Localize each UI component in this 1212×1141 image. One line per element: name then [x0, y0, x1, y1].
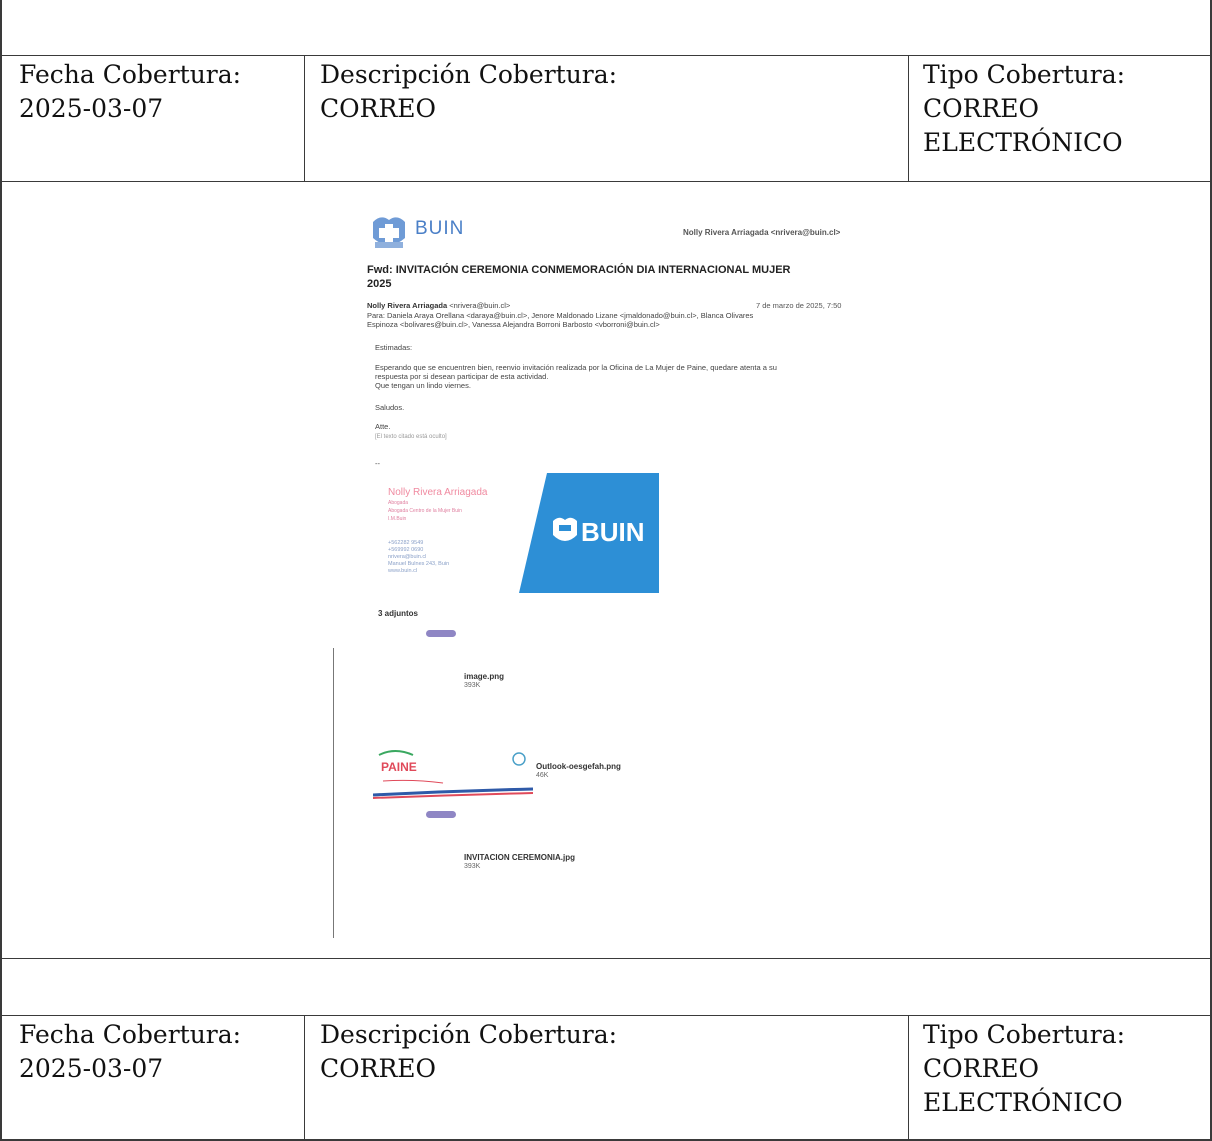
buin-logo-text: BUIN: [415, 218, 465, 239]
email-body-line: Esperando que se encuentren bien, reenvi…: [375, 363, 777, 372]
email-body-line: Que tengan un lindo viernes.: [375, 381, 471, 390]
banner-text: BUIN: [581, 517, 645, 547]
email-recipients-line: Espinoza <bolivares@buin.cl>, Vanessa Al…: [367, 320, 660, 329]
signature-role: Abogada Centro de la Mujer Buin: [388, 508, 462, 514]
email-closing: Saludos.: [375, 403, 405, 412]
row-divider: [0, 958, 1212, 959]
coverage-date-value: 2025-03-07: [19, 1054, 164, 1083]
attachment-size: 393K: [464, 863, 481, 870]
attachment-name: Outlook-oesgefah.png: [536, 762, 621, 771]
signature-org: I.M.Buin: [388, 516, 407, 522]
coverage-description-value: CORREO: [320, 94, 437, 123]
buin-banner-image: BUIN: [519, 473, 659, 593]
row-divider: [0, 1015, 1212, 1016]
email-from: Nolly Rivera Arriagada <nrivera@buin.cl>: [367, 301, 510, 310]
email-separator: --: [375, 459, 380, 468]
email-greeting: Estimadas:: [375, 343, 413, 352]
attachments-title: 3 adjuntos: [378, 609, 419, 618]
paine-logo-image: PAINE: [373, 750, 533, 799]
signature-name: Nolly Rivera Arriagada: [388, 487, 488, 498]
attachment-size: 46K: [536, 772, 549, 779]
buin-logo: BUIN: [369, 212, 469, 252]
column-divider: [908, 1015, 909, 1140]
email-recipients-line: Para: Daniela Araya Orellana <daraya@bui…: [367, 311, 754, 320]
coverage-type-label: Tipo Cobertura:: [923, 60, 1126, 89]
email-from-name: Nolly Rivera Arriagada: [367, 301, 448, 310]
attachment-name: INVITACION CEREMONIA.jpg: [464, 853, 575, 862]
email-signoff: Atte.: [375, 422, 391, 431]
email-from-address: <nrivera@buin.cl>: [449, 301, 511, 310]
column-divider: [908, 55, 909, 181]
coverage-type-label: Tipo Cobertura:: [923, 1020, 1126, 1049]
email-scan: BUIN Nolly Rivera Arriagada <nrivera@bui…: [333, 200, 868, 938]
attachment-name: image.png: [464, 672, 505, 681]
coverage-date-label: Fecha Cobertura:: [19, 60, 242, 89]
coverage-type-value: ELECTRÓNICO: [923, 1088, 1123, 1117]
row-divider: [0, 181, 1212, 182]
attachment-badge: [426, 811, 456, 818]
signature-web: www.buin.cl: [388, 568, 418, 574]
email-subject-line: 2025: [367, 278, 392, 290]
email-hidden-quote: [El texto citado está oculto]: [375, 434, 447, 440]
buin-shield-icon: [373, 217, 405, 248]
signature-role: Abogada: [388, 500, 409, 506]
row-divider: [0, 55, 1212, 56]
coverage-description-label: Descripción Cobertura:: [320, 60, 618, 89]
signature-address: Manuel Bulnes 243, Buin: [388, 561, 450, 567]
email-body-line: respuesta por si desean participar de es…: [375, 372, 549, 381]
signature-phone: +562282 9549: [388, 540, 424, 546]
coverage-date-label: Fecha Cobertura:: [19, 1020, 242, 1049]
table-border-left: [0, 0, 2, 1141]
paine-logo-text: PAINE: [381, 760, 417, 774]
coverage-type-value: CORREO: [923, 1054, 1040, 1083]
coverage-date-cell: Fecha Cobertura: 2025-03-07: [19, 58, 241, 126]
coverage-description-cell: Descripción Cobertura: CORREO: [320, 1018, 617, 1086]
email-date: 7 de marzo de 2025, 7:50: [756, 301, 842, 310]
coverage-description-value: CORREO: [320, 1054, 437, 1083]
email-recipients: Para: Daniela Araya Orellana <daraya@bui…: [367, 311, 837, 329]
signature-phone: +569992 0690: [388, 547, 424, 553]
attachment-badge: [426, 630, 456, 637]
coverage-type-cell: Tipo Cobertura: CORREO ELECTRÓNICO: [923, 58, 1125, 160]
coverage-date-cell: Fecha Cobertura: 2025-03-07: [19, 1018, 241, 1086]
coverage-date-value: 2025-03-07: [19, 94, 164, 123]
column-divider: [304, 55, 305, 181]
email-subject: Fwd: INVITACIÓN CEREMONIA CONMEMORACIÓN …: [367, 263, 847, 291]
column-divider: [304, 1015, 305, 1140]
email-sender-header: Nolly Rivera Arriagada <nrivera@buin.cl>: [683, 228, 841, 237]
coverage-description-cell: Descripción Cobertura: CORREO: [320, 58, 617, 126]
scan-edge-line: [333, 648, 334, 938]
signature-email: nrivera@buin.cl: [388, 554, 427, 560]
coverage-description-label: Descripción Cobertura:: [320, 1020, 618, 1049]
coverage-type-value: ELECTRÓNICO: [923, 128, 1123, 157]
coverage-type-value: CORREO: [923, 94, 1040, 123]
email-subject-line: Fwd: INVITACIÓN CEREMONIA CONMEMORACIÓN …: [367, 264, 791, 276]
coverage-type-cell: Tipo Cobertura: CORREO ELECTRÓNICO: [923, 1018, 1125, 1120]
attachment-size: 393K: [464, 682, 481, 689]
